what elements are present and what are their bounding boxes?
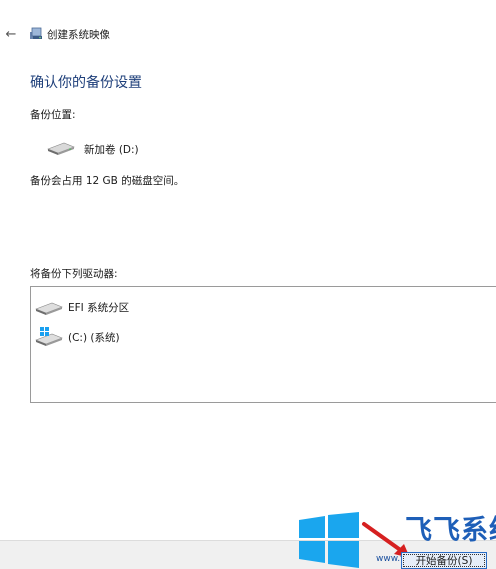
drive-list-label: 将备份下列驱动器: xyxy=(30,268,118,280)
create-system-image-window: ← 创建系统映像 确认你的备份设置 备份位置: 新加卷 (D:) 备份会占用 1… xyxy=(0,0,496,569)
backup-size-text: 备份会占用 12 GB 的磁盘空间。 xyxy=(30,175,185,187)
window-title: 创建系统映像 xyxy=(47,29,110,41)
backup-location-value: 新加卷 (D:) xyxy=(84,144,139,156)
drive-name: EFI 系统分区 xyxy=(68,302,130,314)
back-arrow-icon[interactable]: ← xyxy=(3,26,19,42)
drive-list[interactable]: EFI 系统分区 (C:) (系统) xyxy=(30,286,496,403)
system-image-backup-icon xyxy=(30,27,42,39)
page-heading: 确认你的备份设置 xyxy=(30,75,142,91)
list-item-efi[interactable]: EFI 系统分区 xyxy=(35,296,335,318)
list-item-c-drive[interactable]: (C:) (系统) xyxy=(35,326,335,348)
backup-location-label: 备份位置: xyxy=(30,109,76,121)
drive-icon xyxy=(35,302,63,315)
windows-drive-icon xyxy=(35,327,63,346)
watermark-brand: 飞飞系统 xyxy=(405,515,496,546)
title-bar: ← 创建系统映像 xyxy=(0,0,496,66)
start-backup-button[interactable]: 开始备份(S) xyxy=(401,552,487,569)
windows-logo-icon xyxy=(299,512,359,568)
drive-icon xyxy=(47,142,75,155)
drive-name: (C:) (系统) xyxy=(68,332,120,344)
